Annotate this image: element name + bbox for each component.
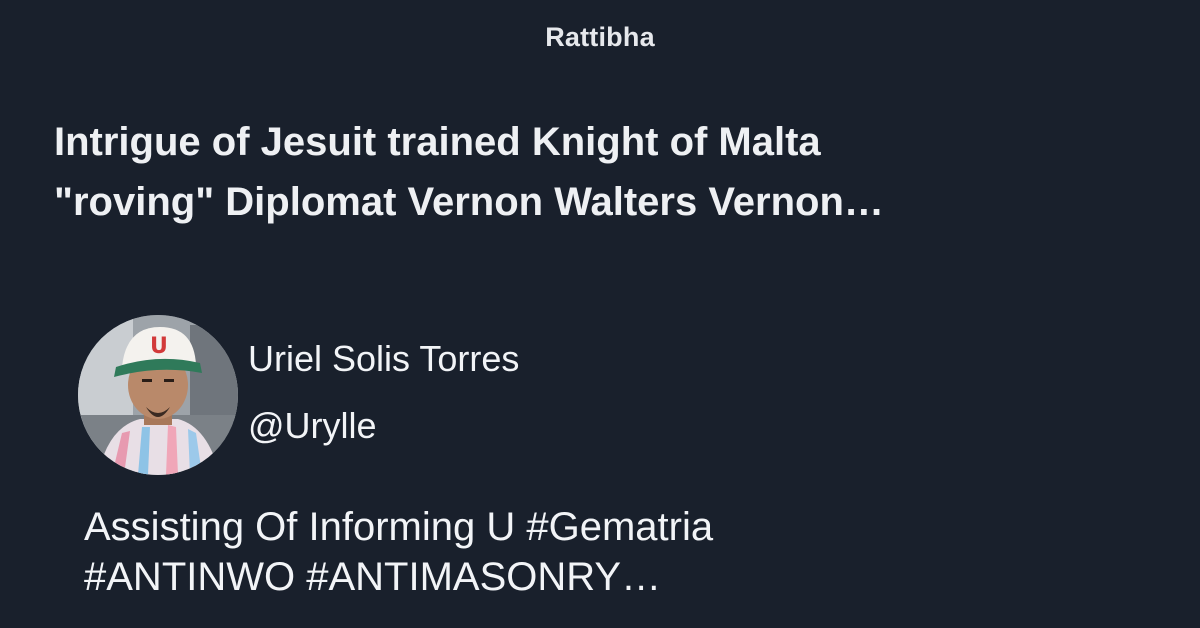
thread-title[interactable]: Intrigue of Jesuit trained Knight of Mal… bbox=[54, 112, 1114, 232]
thread-title-line-2: "roving" Diplomat Vernon Walters Vernon… bbox=[54, 180, 884, 224]
author-bio-line-1: Assisting Of Informing U #Gematria bbox=[84, 505, 714, 549]
cap-logo-text: U bbox=[150, 334, 168, 359]
author-bio-line-2: #ANTINWO #ANTIMASONRY… bbox=[84, 555, 662, 599]
site-brand[interactable]: Rattibha bbox=[0, 22, 1200, 53]
profile-photo-icon: U bbox=[78, 315, 238, 475]
author-handle[interactable]: @Urylle bbox=[248, 405, 377, 447]
author-name[interactable]: Uriel Solis Torres bbox=[248, 338, 519, 380]
author-bio: Assisting Of Informing U #Gematria #ANTI… bbox=[84, 502, 1144, 602]
author-avatar[interactable]: U bbox=[78, 315, 238, 475]
thread-title-line-1: Intrigue of Jesuit trained Knight of Mal… bbox=[54, 120, 821, 164]
share-card: Rattibha Intrigue of Jesuit trained Knig… bbox=[0, 0, 1200, 628]
